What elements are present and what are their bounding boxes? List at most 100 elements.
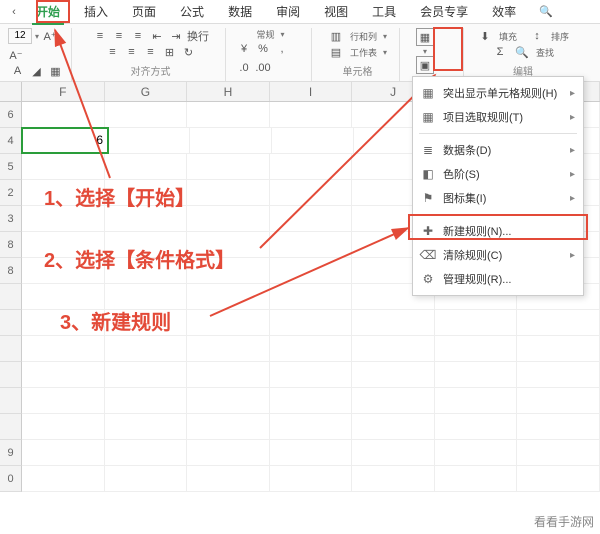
align-right-icon[interactable]: ≡ xyxy=(143,44,159,60)
wrap-text-button[interactable]: 换行 xyxy=(187,28,209,44)
row-header[interactable] xyxy=(0,362,22,388)
manage-rules-icon: ⚙ xyxy=(421,272,435,286)
increase-font-icon[interactable]: A⁺ xyxy=(42,28,58,44)
indent-dec-icon[interactable]: ⇤ xyxy=(149,28,165,44)
clear-rules-icon: ⌫ xyxy=(421,248,435,262)
row-header[interactable] xyxy=(0,310,22,336)
number-format-dropdown[interactable]: 常规 xyxy=(256,28,274,41)
worksheet-icon[interactable]: ▤ xyxy=(328,44,344,60)
row-col-icon[interactable]: ▥ xyxy=(328,28,344,44)
chevron-right-icon: ▸ xyxy=(570,112,575,123)
tab-data[interactable]: 数据 xyxy=(218,0,262,24)
cell-styles-icon: ▣ xyxy=(416,56,434,74)
tab-start[interactable]: 开始 xyxy=(26,0,70,24)
row-header[interactable] xyxy=(0,414,22,440)
menu-sep xyxy=(419,214,577,215)
currency-icon[interactable]: ¥ xyxy=(236,41,252,57)
tab-tools[interactable]: 工具 xyxy=(362,0,406,24)
menu-manage-rules[interactable]: ⚙ 管理规则(R)... xyxy=(413,267,583,291)
font-size-dropdown-icon[interactable]: ▾ xyxy=(35,32,39,41)
font-size-input[interactable]: 12 xyxy=(8,28,32,44)
tab-formula[interactable]: 公式 xyxy=(170,0,214,24)
find-icon[interactable]: 🔍 xyxy=(514,44,530,60)
orientation-icon[interactable]: ↻ xyxy=(181,44,197,60)
chevron-right-icon: ▸ xyxy=(570,88,575,99)
row-header[interactable] xyxy=(0,388,22,414)
find-button[interactable]: 查找 xyxy=(536,46,554,59)
chevron-right-icon: ▸ xyxy=(570,169,575,180)
conditional-format-menu: ▦突出显示单元格规则(H) ▸ ▦项目选取规则(T) ▸ ≣数据条(D) ▸ ◧… xyxy=(412,76,584,296)
chevron-down-icon: ▾ xyxy=(423,47,427,56)
font-color-icon[interactable]: A xyxy=(10,63,26,79)
dec-inc-icon[interactable]: .0 xyxy=(236,60,252,76)
tab-efficiency[interactable]: 效率 xyxy=(482,0,526,24)
row-header[interactable]: 0 xyxy=(0,466,22,492)
select-all-corner[interactable] xyxy=(0,82,22,101)
annotation-step-2: 2、选择【条件格式】 xyxy=(44,244,235,273)
percent-icon[interactable]: % xyxy=(255,41,271,57)
row-headers: 6 4 5 2 3 8 8 9 0 xyxy=(0,102,22,492)
number-format-dropdown-icon[interactable]: ▾ xyxy=(281,30,285,39)
top-rules-icon: ▦ xyxy=(421,110,435,124)
align-bottom-icon[interactable]: ≡ xyxy=(130,28,146,44)
align-middle-icon[interactable]: ≡ xyxy=(111,28,127,44)
row-header[interactable]: 9 xyxy=(0,440,22,466)
decrease-font-icon[interactable]: A⁻ xyxy=(8,47,24,63)
menu-data-bars[interactable]: ≣数据条(D) ▸ xyxy=(413,138,583,162)
tab-insert[interactable]: 插入 xyxy=(74,0,118,24)
sum-icon[interactable]: Σ xyxy=(492,44,508,60)
menu-icon-sets[interactable]: ⚑图标集(I) ▸ xyxy=(413,186,583,210)
chevron-right-icon: ▸ xyxy=(570,145,575,156)
align-center-icon[interactable]: ≡ xyxy=(124,44,140,60)
tab-review[interactable]: 审阅 xyxy=(266,0,310,24)
search-icon[interactable]: 🔍 xyxy=(538,4,554,20)
align-top-icon[interactable]: ≡ xyxy=(92,28,108,44)
menu-label: 管理规则(R)... xyxy=(443,271,511,287)
data-bars-icon: ≣ xyxy=(421,143,435,157)
group-font: 12 ▾ A⁺ A⁻ A ◢ ▦ 字体 xyxy=(2,28,72,81)
col-header[interactable]: G xyxy=(105,82,188,101)
comma-icon[interactable]: , xyxy=(274,41,290,57)
tab-page[interactable]: 页面 xyxy=(122,0,166,24)
row-header[interactable] xyxy=(0,336,22,362)
menu-new-rule[interactable]: ✚新建规则(N)... xyxy=(413,219,583,243)
sort-icon[interactable]: ↕ xyxy=(529,28,545,44)
col-header[interactable]: I xyxy=(270,82,353,101)
row-col-button[interactable]: 行和列 xyxy=(350,30,377,43)
sort-button[interactable]: 排序 xyxy=(551,30,569,43)
fill-button[interactable]: 填充 xyxy=(499,30,517,43)
annotation-step-3: 3、新建规则 xyxy=(60,306,171,335)
new-rule-icon: ✚ xyxy=(421,224,435,238)
col-header[interactable]: H xyxy=(187,82,270,101)
conditional-format-button[interactable]: ▦ ▾ xyxy=(410,28,440,56)
row-header[interactable] xyxy=(0,284,22,310)
fill-icon[interactable]: ⬇ xyxy=(477,28,493,44)
watermark: 看看手游网 xyxy=(534,513,594,530)
menu-color-scales[interactable]: ◧色阶(S) ▸ xyxy=(413,162,583,186)
tab-member[interactable]: 会员专享 xyxy=(410,0,478,24)
fill-color-icon[interactable]: ◢ xyxy=(29,63,45,79)
indent-inc-icon[interactable]: ⇥ xyxy=(168,28,184,44)
selected-cell[interactable]: 6 xyxy=(22,128,108,153)
row-header[interactable]: 2 xyxy=(0,180,22,206)
col-header[interactable]: F xyxy=(22,82,105,101)
dec-dec-icon[interactable]: .00 xyxy=(255,60,271,76)
menu-top-rules[interactable]: ▦项目选取规则(T) ▸ xyxy=(413,105,583,129)
row-header[interactable]: 6 xyxy=(0,102,22,128)
row-header[interactable]: 5 xyxy=(0,154,22,180)
menu-highlight-rules[interactable]: ▦突出显示单元格规则(H) ▸ xyxy=(413,81,583,105)
row-header[interactable]: 3 xyxy=(0,206,22,232)
tab-view[interactable]: 视图 xyxy=(314,0,358,24)
annotation-step-1: 1、选择【开始】 xyxy=(44,182,195,211)
menu-clear-rules[interactable]: ⌫清除规则(C) ▸ xyxy=(413,243,583,267)
align-left-icon[interactable]: ≡ xyxy=(105,44,121,60)
merge-icon[interactable]: ⊞ xyxy=(162,44,178,60)
row-header[interactable]: 8 xyxy=(0,258,22,284)
border-icon[interactable]: ▦ xyxy=(48,63,64,79)
worksheet-button[interactable]: 工作表 xyxy=(350,46,377,59)
prev-tab-icon[interactable]: ‹ xyxy=(6,4,22,20)
conditional-format-icon: ▦ xyxy=(416,28,434,46)
row-header[interactable]: 8 xyxy=(0,232,22,258)
color-scales-icon: ◧ xyxy=(421,167,435,181)
row-header[interactable]: 4 xyxy=(0,128,22,154)
